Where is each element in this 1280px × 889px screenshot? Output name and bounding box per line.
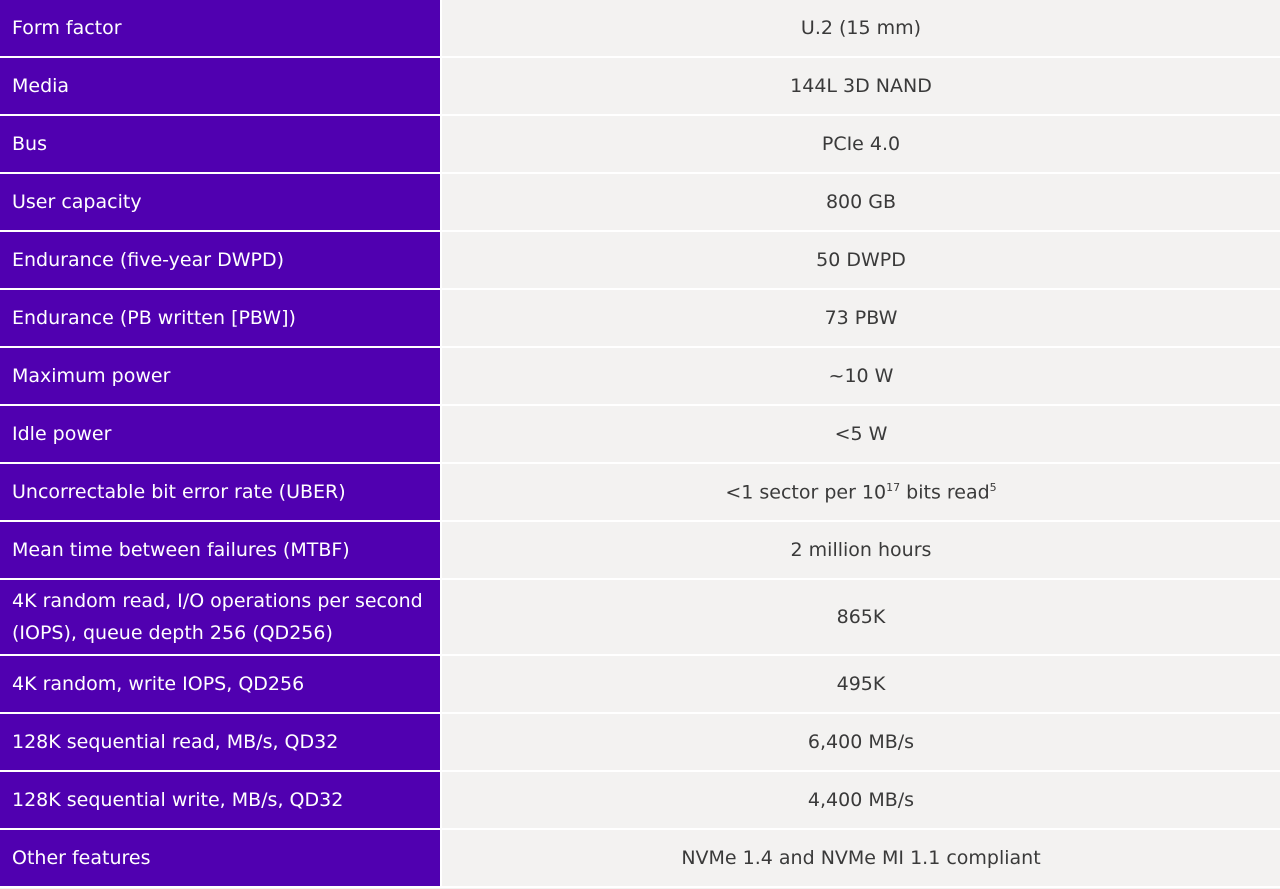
spec-label: 128K sequential write, MB/s, QD32 bbox=[0, 771, 442, 830]
spec-value: NVMe 1.4 and NVMe MI 1.1 compliant bbox=[441, 829, 1280, 888]
spec-label: Media bbox=[0, 57, 442, 116]
spec-label: Mean time between failures (MTBF) bbox=[0, 521, 442, 580]
spec-value: <1 sector per 1017 bits read5 bbox=[441, 463, 1280, 522]
spec-label: User capacity bbox=[0, 173, 442, 232]
spec-label: 4K random read, I/O operations per secon… bbox=[0, 579, 442, 656]
spec-value: 73 PBW bbox=[441, 289, 1280, 348]
spec-label: Bus bbox=[0, 115, 442, 174]
spec-row: Form factor U.2 (15 mm) bbox=[0, 0, 1280, 58]
spec-label: Form factor bbox=[0, 0, 442, 58]
spec-label: 4K random, write IOPS, QD256 bbox=[0, 655, 442, 714]
spec-value: 800 GB bbox=[441, 173, 1280, 232]
spec-value: 865K bbox=[441, 579, 1280, 656]
spec-row: User capacity 800 GB bbox=[0, 173, 1280, 232]
spec-value: 2 million hours bbox=[441, 521, 1280, 580]
spec-label: Other features bbox=[0, 829, 442, 888]
spec-value: ~10 W bbox=[441, 347, 1280, 406]
value-exponent: 17 bbox=[886, 480, 901, 494]
spec-row: 4K random, write IOPS, QD256 495K bbox=[0, 655, 1280, 714]
value-footnote: 5 bbox=[989, 480, 997, 494]
spec-label: Idle power bbox=[0, 405, 442, 464]
spec-value: 4,400 MB/s bbox=[441, 771, 1280, 830]
spec-row: Other features NVMe 1.4 and NVMe MI 1.1 c… bbox=[0, 829, 1280, 888]
spec-label: Endurance (five-year DWPD) bbox=[0, 231, 442, 290]
spec-row: 4K random read, I/O operations per secon… bbox=[0, 579, 1280, 656]
spec-table: Form factor U.2 (15 mm) Media 144L 3D NAND B… bbox=[0, 0, 1280, 888]
spec-row: Maximum power ~10 W bbox=[0, 347, 1280, 406]
spec-row: 128K sequential read, MB/s, QD32 6,400 MB… bbox=[0, 713, 1280, 772]
spec-label: Uncorrectable bit error rate (UBER) bbox=[0, 463, 442, 522]
value-prefix: <1 sector per 10 bbox=[725, 481, 887, 504]
spec-label: Maximum power bbox=[0, 347, 442, 406]
spec-row: Mean time between failures (MTBF) 2 milli… bbox=[0, 521, 1280, 580]
spec-row: Endurance (five-year DWPD) 50 DWPD bbox=[0, 231, 1280, 290]
spec-row: Idle power <5 W bbox=[0, 405, 1280, 464]
spec-row: Endurance (PB written [PBW]) 73 PBW bbox=[0, 289, 1280, 348]
spec-value: 50 DWPD bbox=[441, 231, 1280, 290]
spec-row: Media 144L 3D NAND bbox=[0, 57, 1280, 116]
spec-value: 6,400 MB/s bbox=[441, 713, 1280, 772]
spec-value: <5 W bbox=[441, 405, 1280, 464]
spec-value: PCIe 4.0 bbox=[441, 115, 1280, 174]
spec-row: Bus PCIe 4.0 bbox=[0, 115, 1280, 174]
value-suffix: bits read bbox=[900, 481, 990, 504]
spec-row: 128K sequential write, MB/s, QD32 4,400 M… bbox=[0, 771, 1280, 830]
spec-value: U.2 (15 mm) bbox=[441, 0, 1280, 58]
spec-value: 144L 3D NAND bbox=[441, 57, 1280, 116]
spec-value: 495K bbox=[441, 655, 1280, 714]
spec-row: Uncorrectable bit error rate (UBER) <1 se… bbox=[0, 463, 1280, 522]
spec-label: 128K sequential read, MB/s, QD32 bbox=[0, 713, 442, 772]
spec-label: Endurance (PB written [PBW]) bbox=[0, 289, 442, 348]
